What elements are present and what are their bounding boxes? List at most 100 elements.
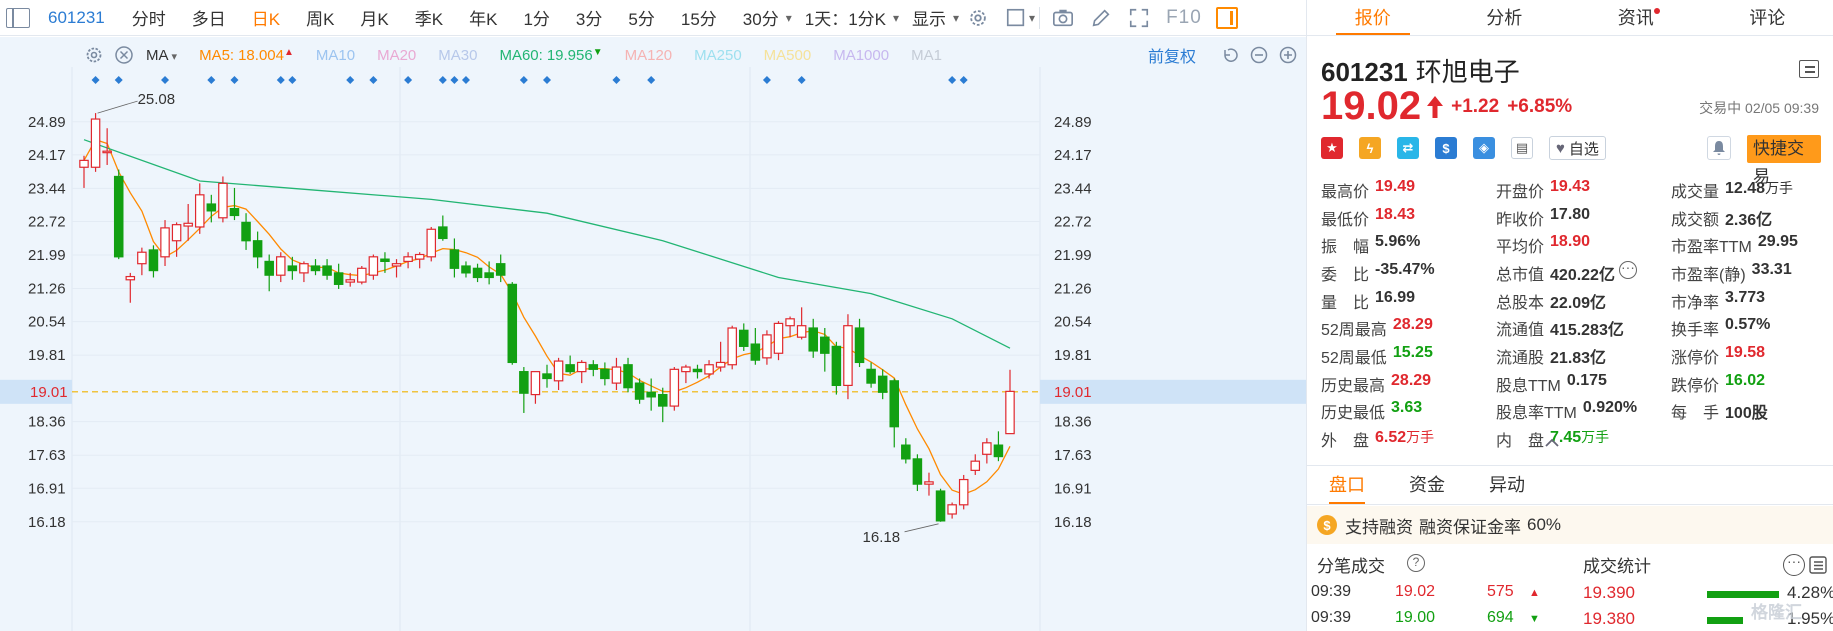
candle-up <box>1005 390 1015 435</box>
tab-intraday[interactable]: 分时 <box>119 5 179 30</box>
event-marker <box>369 76 378 84</box>
trade-status: 交易中 02/05 09:39 <box>1699 100 1819 116</box>
candle-up <box>414 253 425 260</box>
tab-daily-k[interactable]: 日K <box>239 5 293 30</box>
subtab-anomaly[interactable]: 异动 <box>1489 466 1525 504</box>
settings-gear-icon[interactable] <box>967 7 989 29</box>
candle-down <box>657 393 668 407</box>
stat-label: 昨收价 <box>1496 211 1545 229</box>
tab-quote[interactable]: 报价 <box>1307 0 1439 35</box>
tab-1min[interactable]: 1分 <box>510 5 562 30</box>
menu-icon[interactable] <box>1799 60 1819 78</box>
tab-yearly-k[interactable]: 年K <box>456 5 510 30</box>
deal-ratio-bar <box>1707 591 1779 598</box>
subtab-capital[interactable]: 资金 <box>1409 466 1445 504</box>
sidebar-toggle-icon[interactable] <box>6 7 30 28</box>
event-marker <box>346 76 355 84</box>
stat-value: 415.283亿 <box>1550 316 1624 340</box>
stat-value-text: 18.43 <box>1375 205 1416 223</box>
add-favorite-button[interactable]: ♥ 自选 <box>1549 136 1606 160</box>
chevron-down-icon[interactable]: ▾ <box>1029 11 1035 25</box>
stat-value: 0.920% <box>1583 399 1637 423</box>
china-flag-icon[interactable]: ★ <box>1321 137 1343 159</box>
stat-value: 29.95 <box>1758 233 1798 257</box>
stat-label: 股息率TTM <box>1496 405 1577 423</box>
tab-monthly-k[interactable]: 月K <box>347 5 401 30</box>
tab-weekly-k[interactable]: 周K <box>293 5 347 30</box>
stat-unit: 万手 <box>1581 429 1610 446</box>
shuffle-icon[interactable]: ⇄ <box>1397 137 1419 159</box>
stat-label: 最高价 <box>1321 183 1370 201</box>
stat-value-text: 100股 <box>1725 405 1768 423</box>
chevron-down-icon[interactable]: ▾ <box>953 11 959 25</box>
candle-down <box>646 391 656 398</box>
y-axis-tick-left: 24.89 <box>28 114 66 131</box>
tab-multi-day[interactable]: 多日 <box>179 5 239 30</box>
stat-cell: 成交量 12.48万手 <box>1671 178 1821 202</box>
tab-news[interactable]: 资讯 <box>1570 0 1702 35</box>
tab-5min[interactable]: 5分 <box>615 5 667 30</box>
stat-cell: 成交额 2.36亿 <box>1671 206 1821 230</box>
candle-up <box>218 182 228 219</box>
candlestick-plot[interactable]: 24.89 24.89 24.17 24.17 23.44 23.44 22.72 22.72… <box>0 37 1306 631</box>
stat-value: 5.96% <box>1375 233 1420 257</box>
dollar-icon[interactable]: $ <box>1435 137 1457 159</box>
collapse-up-icon[interactable] <box>1545 438 1559 448</box>
help-icon[interactable]: ? <box>1407 554 1425 572</box>
stat-cell: 52周最低 15.25 <box>1321 344 1496 368</box>
y-axis-tick-right: 19.81 <box>1054 347 1092 364</box>
side-panel-toggle-icon[interactable] <box>1215 6 1238 29</box>
y-axis-tick-left: 23.44 <box>28 180 66 197</box>
subtab-orderbook[interactable]: 盘口 <box>1329 466 1365 504</box>
tab-quarterly-k[interactable]: 季K <box>402 5 456 30</box>
pencil-draw-icon[interactable] <box>1090 7 1112 29</box>
tab-analysis[interactable]: 分析 <box>1439 0 1571 35</box>
stat-value-text: 28.29 <box>1391 371 1432 389</box>
stat-value-text: 19.43 <box>1550 177 1591 195</box>
candle-down <box>484 272 494 279</box>
triangle-up-icon: ▲ <box>1529 587 1540 599</box>
tab-30min[interactable]: 30分 <box>730 5 792 30</box>
document-icon[interactable]: ▤ <box>1511 137 1533 159</box>
camera-icon[interactable] <box>1052 7 1074 29</box>
price-change: +1.22 +6.85% <box>1451 96 1572 118</box>
stat-value-text: 33.31 <box>1751 260 1792 278</box>
layout-square-icon[interactable] <box>1005 7 1027 29</box>
display-dropdown[interactable]: 显示 <box>899 5 959 30</box>
lightning-icon[interactable]: ϟ <box>1359 137 1381 159</box>
chart-toolbar: 601231 分时 多日 日K 周K 月K 季K 年K 1分 3分 5分 15分… <box>0 0 1306 36</box>
tab-3min[interactable]: 3分 <box>563 5 615 30</box>
stat-label: 委 比 <box>1321 266 1370 284</box>
stat-value-text: 415.283亿 <box>1550 322 1624 340</box>
tick-header: 分笔成交 ? 成交统计 <box>1307 552 1833 578</box>
watermark-logo: 格隆汇 <box>1751 598 1802 623</box>
tag-icon[interactable]: ◈ <box>1473 137 1495 159</box>
f10-button[interactable]: F10 <box>1166 7 1202 29</box>
list-menu-icon[interactable] <box>1809 556 1827 574</box>
stat-unit: 万手 <box>1765 179 1794 196</box>
more-options-icon[interactable]: ··· <box>1783 554 1805 576</box>
heart-icon: ♥ <box>1556 139 1565 157</box>
candle-down <box>750 343 761 361</box>
candle-down <box>877 375 888 393</box>
fullscreen-icon[interactable] <box>1128 7 1150 29</box>
candle-up <box>704 364 714 375</box>
stat-value: 16.02 <box>1725 372 1765 396</box>
more-info-icon[interactable]: ··· <box>1618 260 1637 279</box>
candle-up <box>137 251 147 265</box>
candle-up <box>970 460 981 471</box>
tab-comments[interactable]: 评论 <box>1702 0 1833 35</box>
kline-chart[interactable]: MA MA5:18.004 ▲MA10MA20MA30MA60:19.956 ▼… <box>0 37 1306 631</box>
candle-up <box>171 224 182 242</box>
tab-15min[interactable]: 15分 <box>668 5 730 30</box>
event-marker <box>762 76 771 84</box>
stat-cell: 每 手 100股 <box>1671 399 1821 423</box>
y-axis-tick-left: 21.26 <box>28 281 66 298</box>
bell-alert-icon[interactable] <box>1707 136 1731 160</box>
stat-value: 33.31 <box>1752 261 1792 285</box>
event-marker <box>438 76 447 84</box>
quick-trade-button[interactable]: 快捷交易 <box>1747 135 1821 186</box>
candle-down <box>912 458 923 485</box>
interval-dropdown[interactable]: 1天：1分K <box>792 5 899 30</box>
candle-up <box>796 325 807 338</box>
